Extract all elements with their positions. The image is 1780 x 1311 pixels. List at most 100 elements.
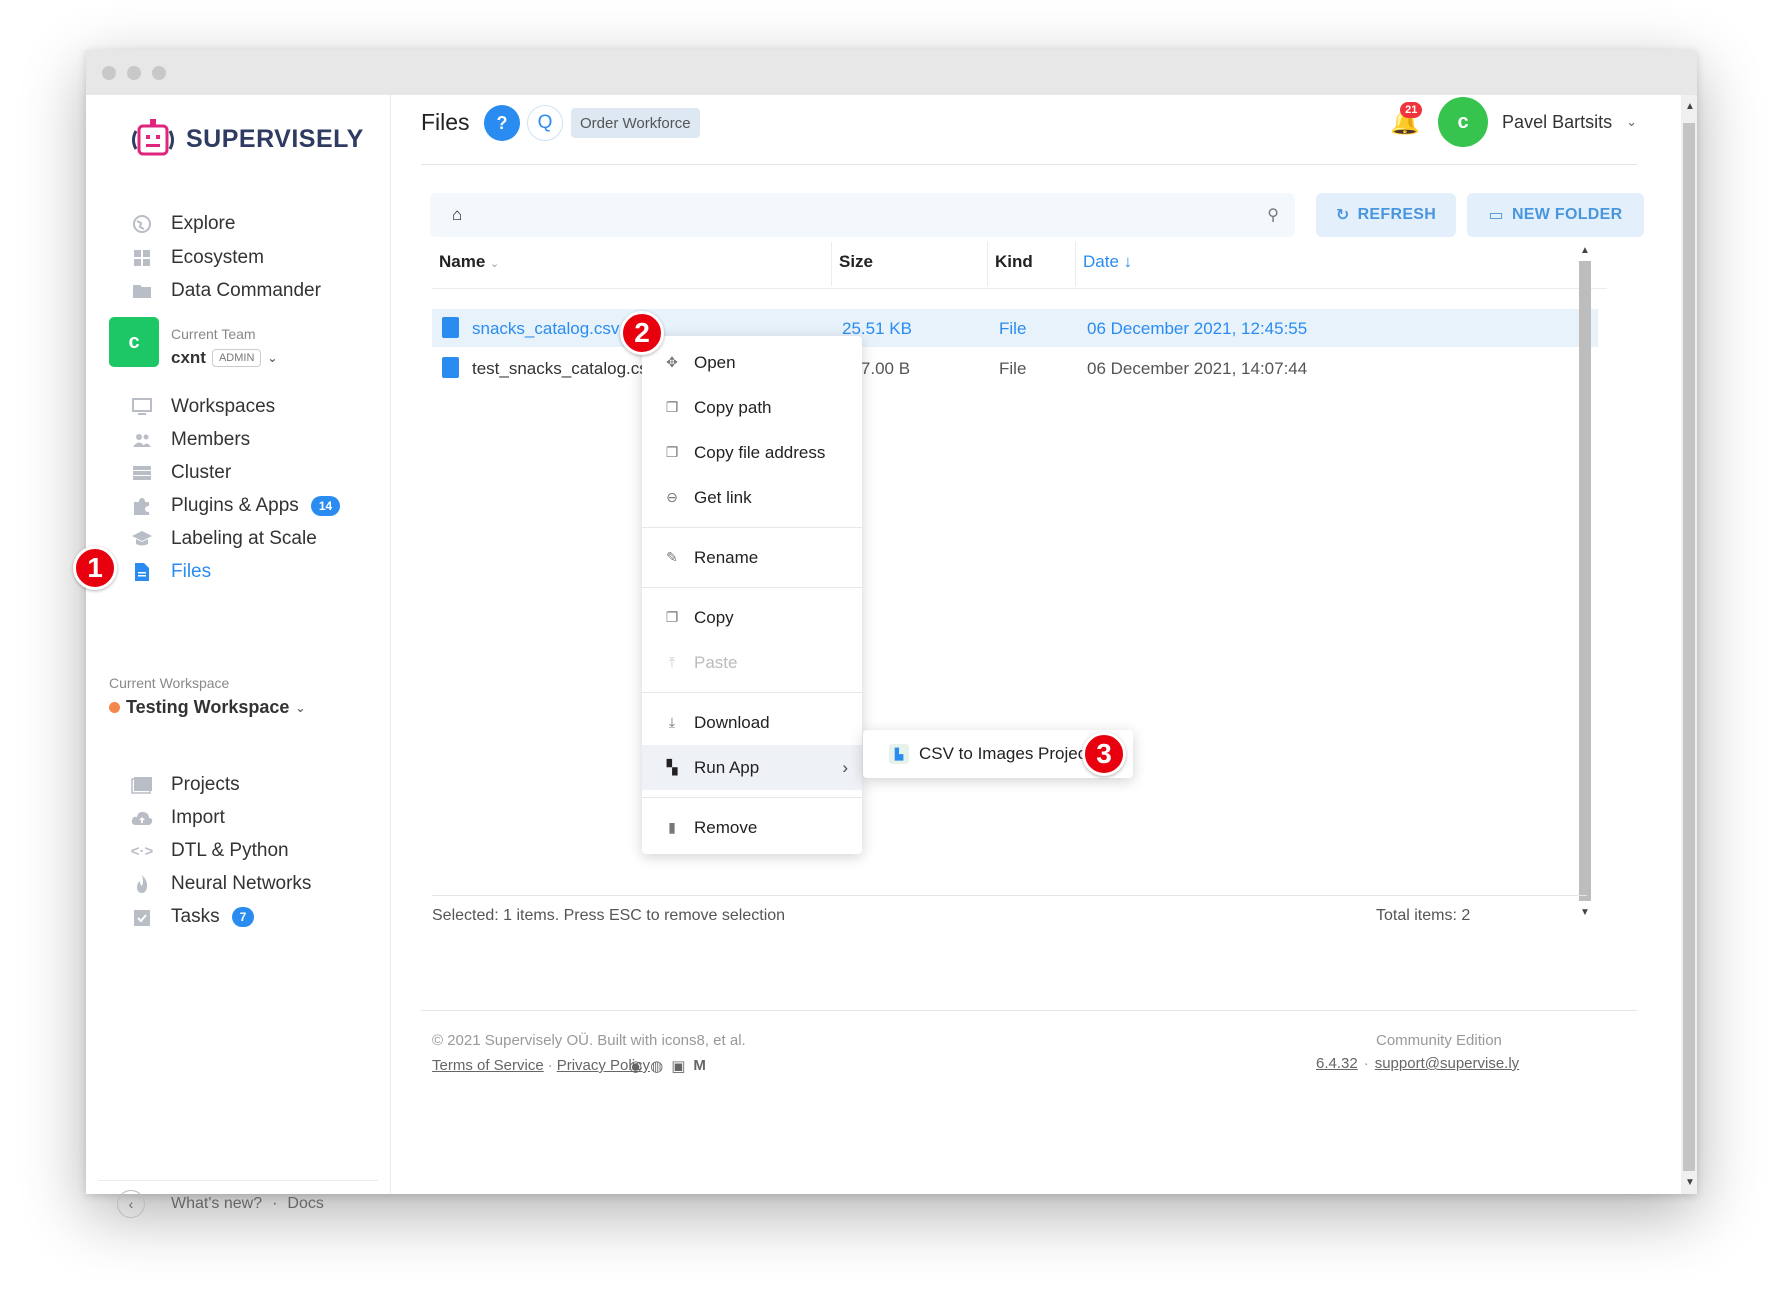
- window-maximize-dot[interactable]: [152, 65, 166, 80]
- scroll-down-arrow-icon[interactable]: ▼: [1685, 1177, 1695, 1188]
- column-header-name[interactable]: Name ⌄: [439, 252, 499, 272]
- window-minimize-dot[interactable]: [127, 65, 141, 80]
- menu-item-remove[interactable]: ▮ Remove: [642, 805, 862, 850]
- chevron-right-icon: ›: [842, 757, 848, 777]
- grid-icon: [131, 247, 153, 269]
- home-icon[interactable]: ⌂: [452, 205, 462, 225]
- csv-app-icon: ▙: [889, 744, 909, 764]
- docs-link[interactable]: Docs: [287, 1195, 323, 1213]
- workspace-selector[interactable]: Testing Workspace ⌄: [109, 697, 305, 718]
- open-icon: ✥: [666, 354, 678, 370]
- sidebar-item-neural-networks[interactable]: Neural Networks: [131, 869, 311, 899]
- file-icon: [442, 357, 459, 378]
- path-search-bar[interactable]: ⌂ ⚲: [430, 193, 1295, 237]
- medium-icon[interactable]: M: [693, 1057, 706, 1075]
- window-scrollbar-thumb[interactable]: [1683, 123, 1695, 1171]
- collapse-sidebar-button[interactable]: ‹: [117, 1190, 145, 1218]
- menu-item-label: Get link: [694, 487, 752, 507]
- sidebar-item-labeling-at-scale[interactable]: Labeling at Scale: [131, 524, 317, 554]
- search-icon[interactable]: ⚲: [1267, 205, 1279, 225]
- order-workforce-button[interactable]: Order Workforce: [571, 108, 700, 138]
- notifications-button[interactable]: 🔔 21: [1390, 101, 1423, 137]
- team-selector[interactable]: cxnt ADMIN ⌄: [171, 348, 277, 368]
- scroll-up-arrow-icon[interactable]: ▲: [1685, 101, 1695, 112]
- refresh-button[interactable]: ↻ REFRESH: [1316, 193, 1456, 237]
- help-button[interactable]: ?: [484, 105, 520, 141]
- whats-new-link[interactable]: What's new?: [171, 1195, 262, 1213]
- users-icon: [131, 429, 153, 451]
- sidebar-item-label: Cluster: [171, 462, 232, 483]
- menu-item-label: Paste: [694, 652, 738, 672]
- menu-item-copy[interactable]: ❐ Copy: [642, 595, 862, 640]
- sidebar-item-explore[interactable]: Explore: [131, 209, 235, 239]
- download-icon: ⤓: [668, 714, 676, 730]
- sidebar-item-dtl-python[interactable]: <·> DTL & Python: [131, 836, 289, 866]
- team-avatar[interactable]: c: [109, 317, 159, 367]
- logo[interactable]: SUPERVISELY: [130, 117, 364, 161]
- sidebar-item-data-commander[interactable]: Data Commander: [131, 276, 321, 306]
- edition-text: Community Edition: [1376, 1032, 1502, 1049]
- menu-item-label: Download: [694, 712, 770, 732]
- window-close-dot[interactable]: [102, 65, 116, 80]
- puzzle-icon: [131, 495, 153, 517]
- window-scrollbar[interactable]: ▲ ▼: [1681, 95, 1697, 1194]
- new-folder-button[interactable]: ▭ NEW FOLDER: [1467, 193, 1644, 237]
- menu-item-label: Run App: [694, 757, 760, 777]
- column-header-kind[interactable]: Kind: [995, 252, 1033, 272]
- menu-item-open[interactable]: ✥ Open: [642, 340, 862, 385]
- table-row[interactable]: snacks_catalog.csv 25.51 KB File 06 Dece…: [432, 309, 1598, 347]
- sidebar-item-label: DTL & Python: [171, 840, 289, 861]
- sidebar-item-plugins-apps[interactable]: Plugins & Apps 14: [131, 491, 341, 521]
- social-links: ◉ ◍ ▣ M: [629, 1057, 706, 1075]
- version-link[interactable]: 6.4.32: [1316, 1055, 1358, 1072]
- file-name[interactable]: snacks_catalog.csv: [472, 319, 619, 339]
- file-name[interactable]: test_snacks_catalog.csv: [472, 359, 656, 379]
- dribbble-icon[interactable]: ◉: [629, 1057, 642, 1075]
- chevron-down-icon[interactable]: ⌄: [1626, 114, 1637, 130]
- menu-separator: [642, 587, 862, 588]
- sidebar-item-cluster[interactable]: Cluster: [131, 458, 231, 488]
- scroll-up-arrow-icon[interactable]: ▲: [1580, 245, 1590, 256]
- sidebar-item-label: Labeling at Scale: [171, 528, 317, 549]
- github-icon[interactable]: ◍: [650, 1057, 663, 1075]
- table-scrollbar-thumb[interactable]: [1579, 261, 1591, 901]
- sidebar-item-label: Explore: [171, 213, 236, 234]
- sidebar-item-tasks[interactable]: Tasks 7: [131, 902, 255, 932]
- sidebar-item-import[interactable]: Import: [131, 803, 225, 833]
- menu-item-label: Remove: [694, 817, 758, 837]
- menu-item-copy-path[interactable]: ❐ Copy path: [642, 385, 862, 430]
- trash-icon: ▮: [668, 819, 676, 835]
- column-header-date[interactable]: Date ↓: [1083, 252, 1132, 272]
- footer-dot: ·: [1363, 1055, 1369, 1072]
- sidebar-item-ecosystem[interactable]: Ecosystem: [131, 243, 264, 273]
- sidebar-item-label: Members: [171, 429, 251, 450]
- table-scrollbar[interactable]: ▲ ▼: [1576, 243, 1592, 923]
- avatar[interactable]: c: [1438, 97, 1489, 147]
- sidebar-item-workspaces[interactable]: Workspaces: [131, 392, 275, 422]
- graduation-icon: [131, 528, 153, 550]
- menu-item-copy-file-address[interactable]: ❐ Copy file address: [642, 430, 862, 475]
- table-row[interactable]: test_snacks_catalog.csv 267.00 B File 06…: [432, 349, 1598, 387]
- sidebar-item-files[interactable]: Files: [131, 557, 211, 587]
- scroll-down-arrow-icon[interactable]: ▼: [1580, 907, 1590, 918]
- copy-icon: ❐: [665, 444, 679, 460]
- sidebar-footer: ‹ What's new? · Docs: [117, 1190, 324, 1218]
- table-footer-divider: [432, 895, 1587, 896]
- notifications-count: 21: [1400, 101, 1423, 118]
- menu-item-run-app[interactable]: ▚ Run App ›: [642, 745, 862, 790]
- menu-item-get-link[interactable]: ⊖ Get link: [642, 475, 862, 520]
- menu-item-download[interactable]: ⤓ Download: [642, 700, 862, 745]
- sidebar-item-projects[interactable]: Projects: [131, 770, 240, 800]
- youtube-icon[interactable]: ▣: [671, 1057, 685, 1075]
- user-name[interactable]: Pavel Bartsits: [1502, 112, 1612, 133]
- footer-dot: ·: [547, 1057, 553, 1074]
- sidebar-item-members[interactable]: Members: [131, 425, 250, 455]
- annotation-marker-1: 1: [73, 546, 117, 590]
- terms-link[interactable]: Terms of Service: [432, 1057, 544, 1074]
- menu-item-label: Open: [694, 352, 736, 372]
- support-email-link[interactable]: support@supervise.ly: [1375, 1055, 1519, 1072]
- q-button[interactable]: Q: [527, 105, 563, 141]
- menu-item-rename[interactable]: ✎ Rename: [642, 535, 862, 580]
- refresh-label: REFRESH: [1357, 206, 1437, 223]
- column-header-size[interactable]: Size: [839, 252, 873, 272]
